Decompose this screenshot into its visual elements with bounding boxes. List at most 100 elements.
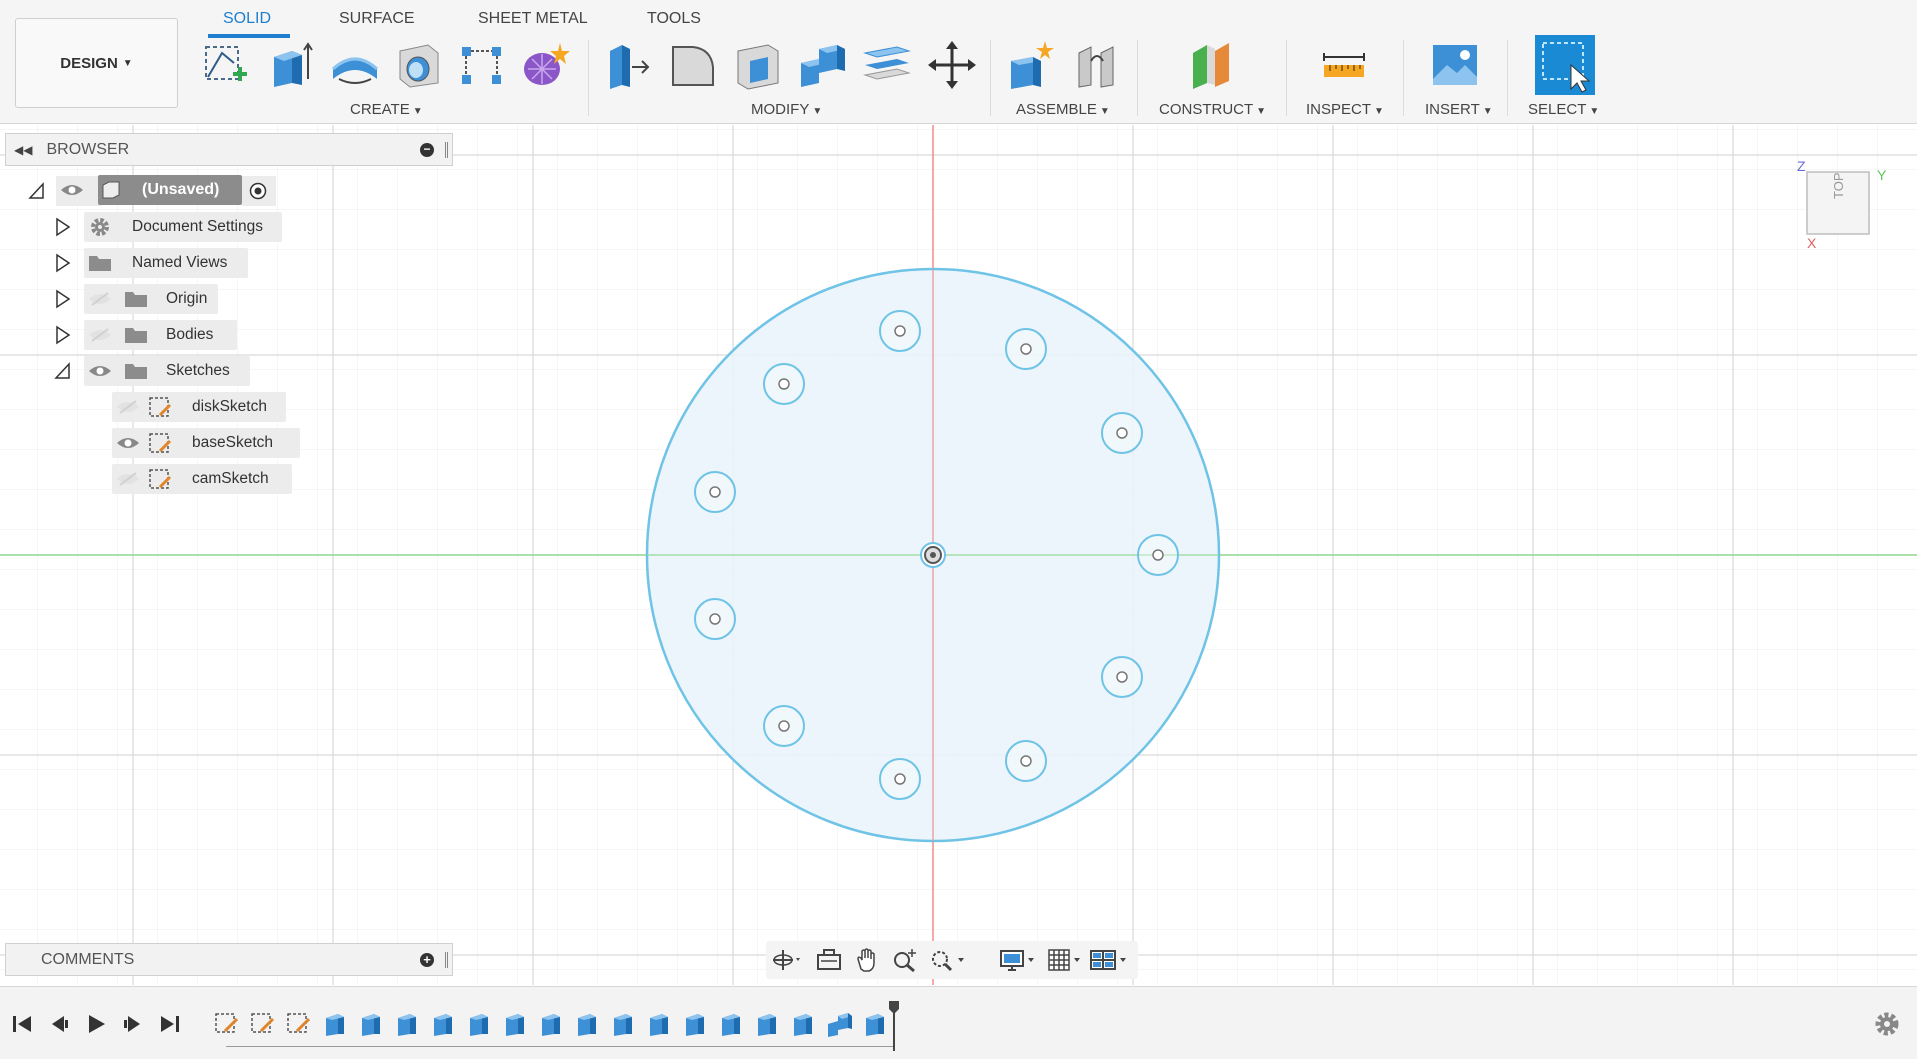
skip-start-icon[interactable] [10, 1013, 34, 1035]
add-comment-icon[interactable]: + [420, 953, 434, 967]
fillet-button[interactable] [666, 38, 720, 92]
timeline-body-feature[interactable] [321, 1008, 349, 1038]
timeline-settings-gear-icon[interactable] [1873, 1010, 1901, 1038]
visibility-eye-icon[interactable] [116, 435, 140, 451]
combine-button[interactable] [796, 38, 850, 92]
timeline-body-feature[interactable] [717, 1008, 745, 1038]
tree-item-origin[interactable]: Origin [84, 284, 218, 314]
browser-header[interactable]: ◀◀ BROWSER − [5, 133, 453, 166]
create-menu[interactable]: CREATE ▼ [350, 101, 423, 118]
timeline-marker[interactable] [889, 1001, 899, 1051]
timeline-body-feature[interactable] [573, 1008, 601, 1038]
collapsed-triangle-icon[interactable] [54, 253, 72, 273]
zoom-icon[interactable] [890, 947, 920, 973]
timeline-body-feature[interactable] [429, 1008, 457, 1038]
timeline-body-feature[interactable] [861, 1008, 889, 1038]
tree-item-named-views[interactable]: Named Views [84, 248, 248, 278]
view-cube[interactable]: TOP [1805, 170, 1871, 236]
tab-surface[interactable]: SURFACE [339, 10, 415, 28]
collapse-panel-icon[interactable]: ◀◀ [14, 143, 32, 157]
collapsed-triangle-icon[interactable] [54, 217, 72, 237]
tab-tools[interactable]: TOOLS [647, 10, 701, 28]
move-button[interactable] [925, 38, 979, 92]
joint-button[interactable] [1070, 38, 1124, 92]
display-settings-icon[interactable] [998, 947, 1038, 973]
timeline-sketch-feature[interactable] [249, 1008, 277, 1038]
press-pull-button[interactable] [601, 38, 655, 92]
step-forward-icon[interactable] [121, 1013, 145, 1035]
panel-grip-icon[interactable] [445, 142, 448, 158]
toolbar-divider [1137, 40, 1138, 116]
tree-item-document-settings[interactable]: Document Settings [84, 212, 282, 242]
orbit-icon[interactable] [770, 947, 800, 973]
tab-solid[interactable]: SOLID [223, 10, 271, 28]
timeline-sketch-feature[interactable] [285, 1008, 313, 1038]
tree-item-cam-sketch[interactable]: camSketch [112, 464, 292, 494]
assemble-menu[interactable]: ASSEMBLE ▼ [1016, 101, 1110, 118]
tab-sheet-metal[interactable]: SHEET METAL [478, 10, 588, 28]
tree-item-bodies[interactable]: Bodies [84, 320, 237, 350]
hole-button[interactable] [391, 38, 445, 92]
skip-end-icon[interactable] [158, 1013, 182, 1035]
extrude-button[interactable] [263, 38, 317, 92]
chevron-down-icon: ▼ [412, 106, 423, 117]
modify-menu[interactable]: MODIFY ▼ [751, 101, 822, 118]
timeline-combine-feature[interactable] [825, 1008, 853, 1038]
timeline-body-feature[interactable] [753, 1008, 781, 1038]
expanded-triangle-icon[interactable] [28, 181, 46, 201]
pan-hand-icon[interactable] [852, 947, 882, 973]
new-component-button[interactable] [1004, 38, 1058, 92]
create-form-button[interactable] [519, 38, 573, 92]
collapsed-triangle-icon[interactable] [54, 325, 72, 345]
insert-menu[interactable]: INSERT ▼ [1425, 101, 1493, 118]
workspace-switcher[interactable]: DESIGN ▼ [15, 18, 178, 108]
tree-item-base-sketch[interactable]: baseSketch [112, 428, 300, 458]
timeline-body-feature[interactable] [609, 1008, 637, 1038]
offset-face-button[interactable] [860, 38, 914, 92]
tree-item-disk-sketch[interactable]: diskSketch [112, 392, 286, 422]
select-menu[interactable]: SELECT ▼ [1528, 101, 1599, 118]
plane-button[interactable] [1184, 38, 1238, 92]
collapse-browser-icon[interactable]: − [420, 143, 434, 157]
pattern-button[interactable] [455, 38, 509, 92]
timeline-sketch-feature[interactable] [213, 1008, 241, 1038]
look-at-icon[interactable] [814, 947, 844, 973]
tree-item-sketches[interactable]: Sketches [84, 356, 250, 386]
grid-settings-icon[interactable] [1046, 947, 1086, 973]
inspect-menu[interactable]: INSPECT ▼ [1306, 101, 1384, 118]
create-sketch-button[interactable] [199, 38, 253, 92]
viewport-canvas[interactable] [0, 125, 1917, 985]
hidden-eye-icon[interactable] [116, 471, 140, 487]
construct-menu[interactable]: CONSTRUCT ▼ [1159, 101, 1266, 118]
timeline-body-feature[interactable] [465, 1008, 493, 1038]
root-component[interactable]: (Unsaved) [98, 175, 242, 205]
timeline-body-feature[interactable] [645, 1008, 673, 1038]
step-back-icon[interactable] [47, 1013, 71, 1035]
zoom-window-icon[interactable] [928, 947, 968, 973]
panel-grip-icon[interactable] [445, 952, 448, 968]
play-icon[interactable] [84, 1013, 108, 1035]
insert-image-button[interactable] [1428, 38, 1482, 92]
revolve-button[interactable] [328, 38, 382, 92]
toolbar-divider [1403, 40, 1404, 116]
tree-item-label: Document Settings [132, 218, 263, 235]
viewports-icon[interactable] [1088, 947, 1132, 973]
collapsed-triangle-icon[interactable] [54, 289, 72, 309]
expanded-triangle-icon[interactable] [54, 361, 72, 381]
activate-radio-icon[interactable] [249, 182, 267, 200]
shell-button[interactable] [731, 38, 785, 92]
visibility-eye-icon[interactable] [60, 182, 84, 198]
timeline-body-feature[interactable] [537, 1008, 565, 1038]
hidden-eye-icon[interactable] [88, 327, 112, 343]
timeline-body-feature[interactable] [357, 1008, 385, 1038]
measure-button[interactable] [1317, 38, 1371, 92]
hidden-eye-icon[interactable] [116, 399, 140, 415]
select-button[interactable] [1535, 35, 1595, 95]
timeline-body-feature[interactable] [681, 1008, 709, 1038]
timeline-body-feature[interactable] [789, 1008, 817, 1038]
visibility-eye-icon[interactable] [88, 363, 112, 379]
comments-header[interactable]: COMMENTS + [5, 943, 453, 976]
timeline-body-feature[interactable] [501, 1008, 529, 1038]
timeline-body-feature[interactable] [393, 1008, 421, 1038]
hidden-eye-icon[interactable] [88, 291, 112, 307]
